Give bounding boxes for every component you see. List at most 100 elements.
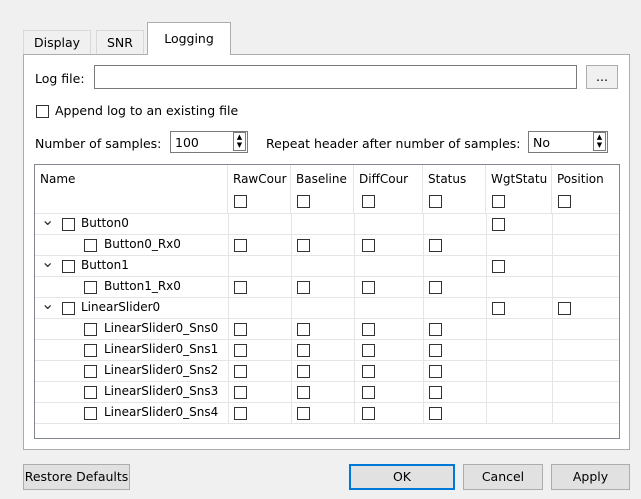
- table-row[interactable]: ⌄ Button0: [35, 210, 619, 235]
- wgtstatus-checkbox[interactable]: [492, 218, 505, 231]
- repeat-label: Repeat header after number of samples:: [266, 136, 521, 151]
- column-divider: [228, 214, 229, 424]
- column-divider: [423, 214, 424, 424]
- row-label: LinearSlider0_Sns3: [104, 384, 219, 398]
- table-row[interactable]: Button0_Rx0: [35, 235, 619, 256]
- baseline-checkbox[interactable]: [297, 407, 310, 420]
- chevron-down-icon[interactable]: ⌄: [41, 252, 54, 271]
- rawcount-checkbox[interactable]: [234, 344, 247, 357]
- wgtstatus-checkbox[interactable]: [492, 260, 505, 273]
- logging-table: Name RawCour Baseline DiffCour Status Wg…: [34, 164, 620, 439]
- row-checkbox[interactable]: [84, 239, 97, 252]
- status-checkbox[interactable]: [429, 365, 442, 378]
- status-checkbox[interactable]: [429, 281, 442, 294]
- diffcount-checkbox[interactable]: [362, 323, 375, 336]
- samples-spinner[interactable]: ▲ ▼: [233, 132, 246, 151]
- table-row[interactable]: LinearSlider0_Sns4: [35, 403, 619, 424]
- column-checkbox-rawcount[interactable]: [234, 195, 247, 208]
- diffcount-checkbox[interactable]: [362, 407, 375, 420]
- samples-value: 100: [175, 135, 199, 150]
- cancel-button[interactable]: Cancel: [463, 464, 543, 490]
- column-checkbox-wgtstatus[interactable]: [492, 195, 505, 208]
- rawcount-checkbox[interactable]: [234, 239, 247, 252]
- column-checkbox-status[interactable]: [429, 195, 442, 208]
- status-checkbox[interactable]: [429, 323, 442, 336]
- log-file-input[interactable]: [94, 65, 577, 89]
- row-label: LinearSlider0_Sns2: [104, 363, 219, 377]
- wgtstatus-checkbox[interactable]: [492, 302, 505, 315]
- status-checkbox[interactable]: [429, 239, 442, 252]
- baseline-checkbox[interactable]: [297, 323, 310, 336]
- append-label: Append log to an existing file: [55, 103, 239, 118]
- row-checkbox[interactable]: [62, 260, 75, 273]
- spin-up-icon[interactable]: ▲: [234, 133, 245, 141]
- chevron-down-icon[interactable]: ⌄: [41, 294, 54, 313]
- spin-down-icon[interactable]: ▼: [594, 141, 605, 149]
- diffcount-checkbox[interactable]: [362, 344, 375, 357]
- table-row[interactable]: Button1_Rx0: [35, 277, 619, 298]
- row-label: Button1_Rx0: [104, 279, 181, 293]
- row-checkbox[interactable]: [84, 344, 97, 357]
- status-checkbox[interactable]: [429, 386, 442, 399]
- row-label: LinearSlider0: [81, 300, 161, 314]
- rawcount-checkbox[interactable]: [234, 281, 247, 294]
- restore-defaults-button[interactable]: Restore Defaults: [23, 464, 130, 490]
- spin-up-icon[interactable]: ▲: [594, 133, 605, 141]
- rawcount-checkbox[interactable]: [234, 407, 247, 420]
- samples-label: Number of samples:: [35, 136, 162, 151]
- row-label: LinearSlider0_Sns1: [104, 342, 219, 356]
- column-divider: [486, 214, 487, 424]
- diffcount-checkbox[interactable]: [362, 365, 375, 378]
- row-checkbox[interactable]: [62, 302, 75, 315]
- tab-display[interactable]: Display: [23, 30, 92, 55]
- row-checkbox[interactable]: [62, 218, 75, 231]
- row-label: Button0: [81, 216, 129, 230]
- apply-button[interactable]: Apply: [551, 464, 630, 490]
- row-label: LinearSlider0_Sns0: [104, 321, 219, 335]
- chevron-down-icon[interactable]: ⌄: [41, 210, 54, 229]
- tab-logging[interactable]: Logging: [147, 22, 231, 55]
- baseline-checkbox[interactable]: [297, 239, 310, 252]
- table-row[interactable]: LinearSlider0_Sns3: [35, 382, 619, 403]
- table-row[interactable]: ⌄ Button1: [35, 252, 619, 277]
- row-checkbox[interactable]: [84, 365, 97, 378]
- row-label: Button1: [81, 258, 129, 272]
- baseline-checkbox[interactable]: [297, 386, 310, 399]
- table-row[interactable]: ⌄ LinearSlider0: [35, 294, 619, 319]
- position-checkbox[interactable]: [558, 302, 571, 315]
- rawcount-checkbox[interactable]: [234, 323, 247, 336]
- repeat-value: No: [533, 135, 550, 150]
- browse-button[interactable]: ...: [586, 65, 618, 89]
- diffcount-checkbox[interactable]: [362, 386, 375, 399]
- row-checkbox[interactable]: [84, 407, 97, 420]
- column-divider: [354, 214, 355, 424]
- diffcount-checkbox[interactable]: [362, 281, 375, 294]
- baseline-checkbox[interactable]: [297, 365, 310, 378]
- status-checkbox[interactable]: [429, 344, 442, 357]
- diffcount-checkbox[interactable]: [362, 239, 375, 252]
- row-checkbox[interactable]: [84, 281, 97, 294]
- table-row[interactable]: LinearSlider0_Sns1: [35, 340, 619, 361]
- row-divider: [35, 423, 619, 424]
- baseline-checkbox[interactable]: [297, 281, 310, 294]
- append-checkbox[interactable]: [36, 105, 49, 118]
- column-divider: [552, 214, 553, 424]
- baseline-checkbox[interactable]: [297, 344, 310, 357]
- column-checkbox-position[interactable]: [558, 195, 571, 208]
- spin-down-icon[interactable]: ▼: [234, 141, 245, 149]
- rawcount-checkbox[interactable]: [234, 365, 247, 378]
- table-row[interactable]: LinearSlider0_Sns0: [35, 319, 619, 340]
- row-checkbox[interactable]: [84, 386, 97, 399]
- tab-snr[interactable]: SNR: [96, 30, 144, 55]
- column-header-name[interactable]: Name: [35, 165, 228, 214]
- row-label: Button0_Rx0: [104, 237, 181, 251]
- log-file-label: Log file:: [35, 71, 85, 86]
- ok-button[interactable]: OK: [349, 464, 455, 490]
- rawcount-checkbox[interactable]: [234, 386, 247, 399]
- column-checkbox-baseline[interactable]: [297, 195, 310, 208]
- row-checkbox[interactable]: [84, 323, 97, 336]
- status-checkbox[interactable]: [429, 407, 442, 420]
- column-checkbox-diffcount[interactable]: [362, 195, 375, 208]
- repeat-spinner[interactable]: ▲ ▼: [593, 132, 606, 151]
- table-row[interactable]: LinearSlider0_Sns2: [35, 361, 619, 382]
